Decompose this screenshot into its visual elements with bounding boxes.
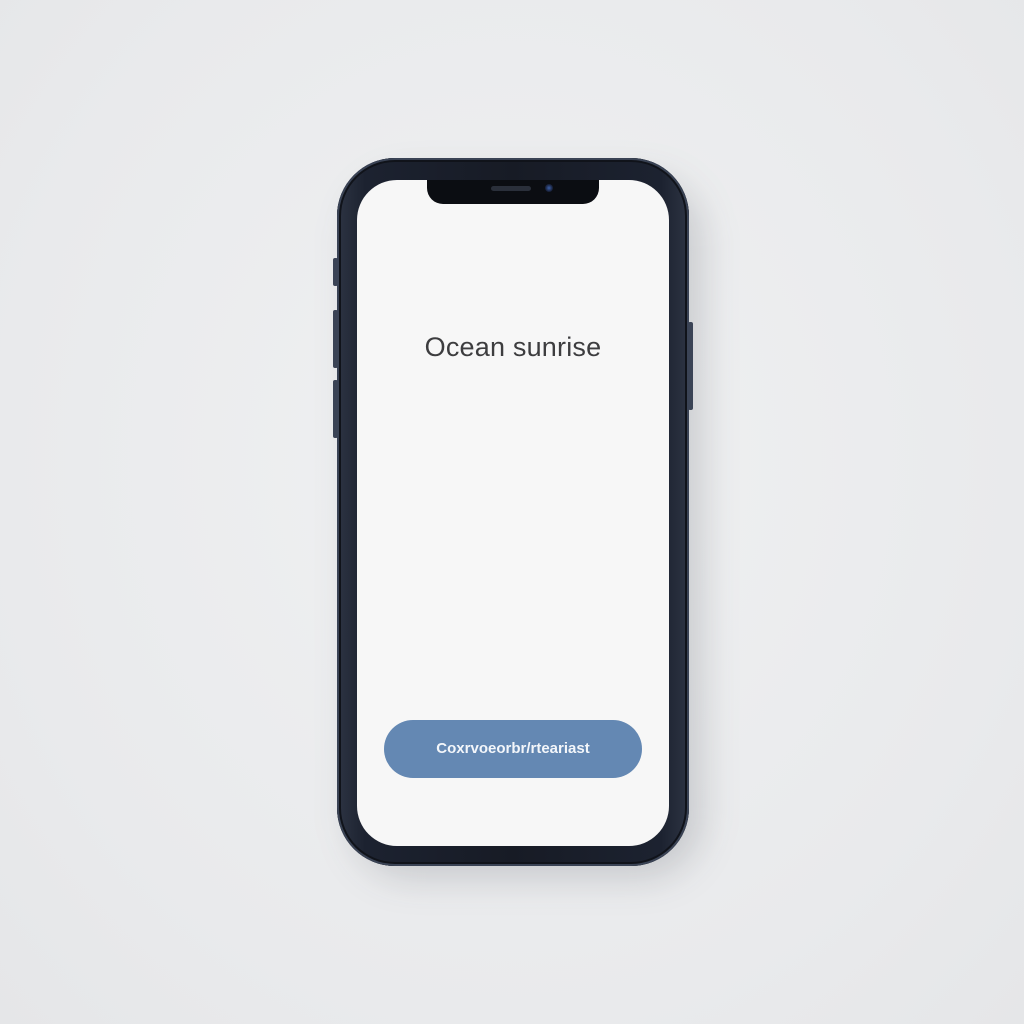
speaker-icon	[491, 186, 531, 191]
backdrop: Ocean sunrise Coxrvoeorbr/rteariast	[0, 0, 1024, 1024]
primary-action-button[interactable]: Coxrvoeorbr/rteariast	[384, 720, 642, 778]
phone-screen: Ocean sunrise Coxrvoeorbr/rteariast	[357, 180, 669, 846]
notch	[427, 180, 599, 204]
camera-icon	[545, 184, 553, 192]
screen-title: Ocean sunrise	[424, 332, 602, 362]
